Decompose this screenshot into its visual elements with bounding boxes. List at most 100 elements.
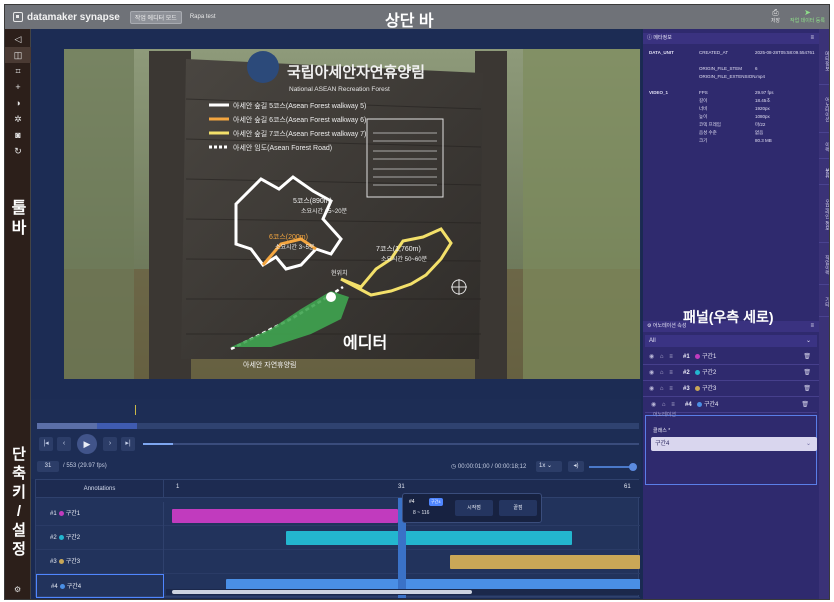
meta-value: 2025-08-28T05:58:09.554761 bbox=[755, 50, 815, 55]
contrast-icon[interactable]: ◑ bbox=[5, 95, 31, 111]
row-label: #1 구간1 bbox=[36, 502, 164, 526]
segment-bar-3[interactable] bbox=[450, 555, 640, 569]
vtab-other[interactable]: 기타 bbox=[819, 287, 829, 317]
menu-icon[interactable]: ≡ bbox=[810, 321, 814, 332]
annotations-column-title: Annotations bbox=[36, 480, 164, 498]
submit-label: 작업 데이터 등록 bbox=[790, 18, 825, 24]
shortcut-char: 축 bbox=[12, 465, 26, 482]
volume-icon[interactable]: ◂) bbox=[568, 461, 584, 472]
brand-name: datamaker synapse bbox=[27, 11, 120, 23]
editor-area[interactable]: 국립아세안자연휴양림 National ASEAN Recreation For… bbox=[31, 29, 641, 399]
save-button[interactable]: ⎙ 저장 bbox=[771, 8, 780, 24]
annotation-list-item[interactable]: ◉ ⌂ ≡ #2 구간2 🗑 bbox=[643, 365, 819, 381]
meta-value: 마/22 bbox=[755, 122, 766, 127]
menu-icon[interactable]: ≡ bbox=[810, 33, 814, 44]
annotation-timeline: Annotations 1 31 61 #1 구간1 #2 구간2 #3 구간3 #4… bbox=[35, 479, 640, 598]
meta-row: DATA_UNIT CREATED_AT 2025-08-28T05:58:09.5… bbox=[643, 49, 819, 56]
prev-frame-button[interactable]: ‹ bbox=[57, 437, 71, 451]
segment-bar-1[interactable] bbox=[172, 509, 398, 523]
top-bar: datamaker synapse 작업 에디터 모드 Rapa test 상단… bbox=[5, 5, 829, 30]
trash-icon[interactable]: 🗑 bbox=[801, 397, 809, 413]
frame-marker bbox=[135, 405, 136, 415]
meta-key: 높이 bbox=[699, 114, 708, 119]
last-frame-button[interactable]: ▸| bbox=[121, 437, 135, 451]
filter-value: All bbox=[649, 338, 656, 344]
layer-icon[interactable]: ◙ bbox=[5, 127, 31, 143]
row-label: #3 구간3 bbox=[36, 550, 164, 574]
green-area-label: 아세안 자연휴양림 bbox=[243, 360, 296, 369]
meta-section-header[interactable]: ⓘ 메타정보 ≡ bbox=[643, 33, 819, 44]
meta-row: 길이 18.45초 bbox=[643, 97, 819, 104]
save-label: 저장 bbox=[770, 18, 781, 24]
shortcut-char: / bbox=[16, 503, 22, 520]
current-frame-input[interactable]: 31 bbox=[37, 461, 59, 472]
row-icons[interactable]: ◉ ⌂ ≡ bbox=[649, 365, 675, 381]
class-label: 클래스 * bbox=[653, 428, 671, 434]
annotation-filter-select[interactable]: All ⌄ bbox=[645, 335, 817, 347]
sign-title-kr: 국립아세안자연휴양림 bbox=[287, 63, 425, 81]
toolbar-annotation-line2: 바 bbox=[11, 220, 27, 237]
set-end-button[interactable]: 끝점 bbox=[499, 500, 537, 516]
shortcut-char: 정 bbox=[12, 541, 26, 558]
frame-strip-buffer bbox=[97, 423, 137, 429]
plus-icon[interactable]: + bbox=[5, 79, 31, 95]
panel-icon[interactable]: ◫ bbox=[5, 47, 31, 63]
trees-left bbox=[64, 49, 134, 379]
row-id: #1 bbox=[50, 511, 57, 517]
meta-group: DATA_UNIT bbox=[649, 50, 674, 55]
annotation-list-item[interactable]: ◉ ⌂ ≡ #3 구간3 🗑 bbox=[643, 381, 819, 397]
meta-value: 6 bbox=[755, 66, 758, 71]
trash-icon[interactable]: 🗑 bbox=[803, 365, 811, 381]
segment-bar-2[interactable] bbox=[286, 531, 572, 545]
vtab-annotation[interactable]: 어노테이션 bbox=[819, 87, 829, 133]
annotation-list-item[interactable]: ◉ ⌂ ≡ #1 구간1 🗑 bbox=[643, 349, 819, 365]
annotation-title: 어노테이션 속성 bbox=[652, 323, 687, 329]
meta-row: 음성 수준 없음 bbox=[643, 129, 819, 136]
meta-row: 크기 80.3 MB bbox=[643, 137, 819, 144]
set-start-button[interactable]: 시작점 bbox=[455, 500, 493, 516]
legend-5: 아세안 숲길 5코스(Asean Forest walkway 5) bbox=[233, 101, 366, 110]
frame-strip-progress bbox=[37, 423, 97, 429]
save-icon: ⎙ bbox=[772, 8, 779, 17]
row-icons[interactable]: ◉ ⌂ ≡ bbox=[649, 349, 675, 365]
timeline-scrollbar[interactable] bbox=[166, 589, 640, 595]
color-dot bbox=[695, 369, 700, 375]
rotate-icon[interactable]: ↻ bbox=[5, 143, 31, 159]
current-label: 현위치 bbox=[331, 269, 348, 277]
color-dot bbox=[695, 353, 700, 359]
mode-badge[interactable]: 작업 에디터 모드 bbox=[129, 10, 182, 24]
scroll-thumb[interactable] bbox=[172, 590, 472, 594]
trash-icon[interactable]: 🗑 bbox=[803, 381, 811, 397]
vtab-class[interactable]: 분류 bbox=[819, 161, 829, 185]
right-vertical-tabs: 메타정보 어노테이션 이력 분류 오프라인 정보 작업이력 기타 bbox=[819, 29, 829, 599]
vtab-worklog[interactable]: 작업이력 bbox=[819, 245, 829, 285]
brightness-icon[interactable]: ✲ bbox=[5, 111, 31, 127]
video-frame[interactable]: 국립아세안자연휴양림 National ASEAN Recreation For… bbox=[31, 29, 641, 399]
submit-button[interactable]: ➤ 작업 데이터 등록 bbox=[790, 8, 825, 24]
first-frame-button[interactable]: |◂ bbox=[39, 437, 53, 451]
meta-key: FPS bbox=[699, 90, 708, 95]
meta-key: ORIGIN_FILE_EXTENSION bbox=[699, 74, 756, 79]
play-button[interactable]: ▶ bbox=[77, 434, 97, 454]
crop-icon[interactable]: ⌗ bbox=[5, 63, 31, 79]
seek-slider[interactable] bbox=[143, 443, 639, 445]
row-name: 구간2 bbox=[65, 535, 81, 541]
volume-knob[interactable] bbox=[629, 463, 637, 471]
settings-icon[interactable]: ⚙ bbox=[14, 585, 21, 594]
vtab-history[interactable]: 이력 bbox=[819, 135, 829, 159]
chevron-down-icon: ⌄ bbox=[805, 441, 811, 447]
cursor-icon[interactable]: ◁ bbox=[5, 31, 31, 47]
row-id: #4 bbox=[51, 584, 58, 590]
vtab-meta[interactable]: 메타정보 bbox=[819, 37, 829, 85]
frame-strip[interactable] bbox=[37, 423, 639, 429]
annotation-subtitle: 어노테이션 bbox=[653, 412, 677, 418]
legend-7: 아세안 숲길 7코스(Asean Forest walkway 7) bbox=[233, 129, 366, 138]
class-select[interactable]: 구간4 ⌄ bbox=[651, 437, 817, 451]
next-frame-button[interactable]: › bbox=[103, 437, 117, 451]
popup-badge: 구간4 bbox=[429, 498, 443, 506]
speed-select[interactable]: 1x ⌄ bbox=[536, 461, 562, 472]
brand-logo[interactable]: datamaker synapse bbox=[13, 12, 120, 23]
trash-icon[interactable]: 🗑 bbox=[803, 349, 811, 365]
vtab-offline[interactable]: 오프라인 정보 bbox=[819, 187, 829, 243]
row-icons[interactable]: ◉ ⌂ ≡ bbox=[649, 381, 675, 397]
